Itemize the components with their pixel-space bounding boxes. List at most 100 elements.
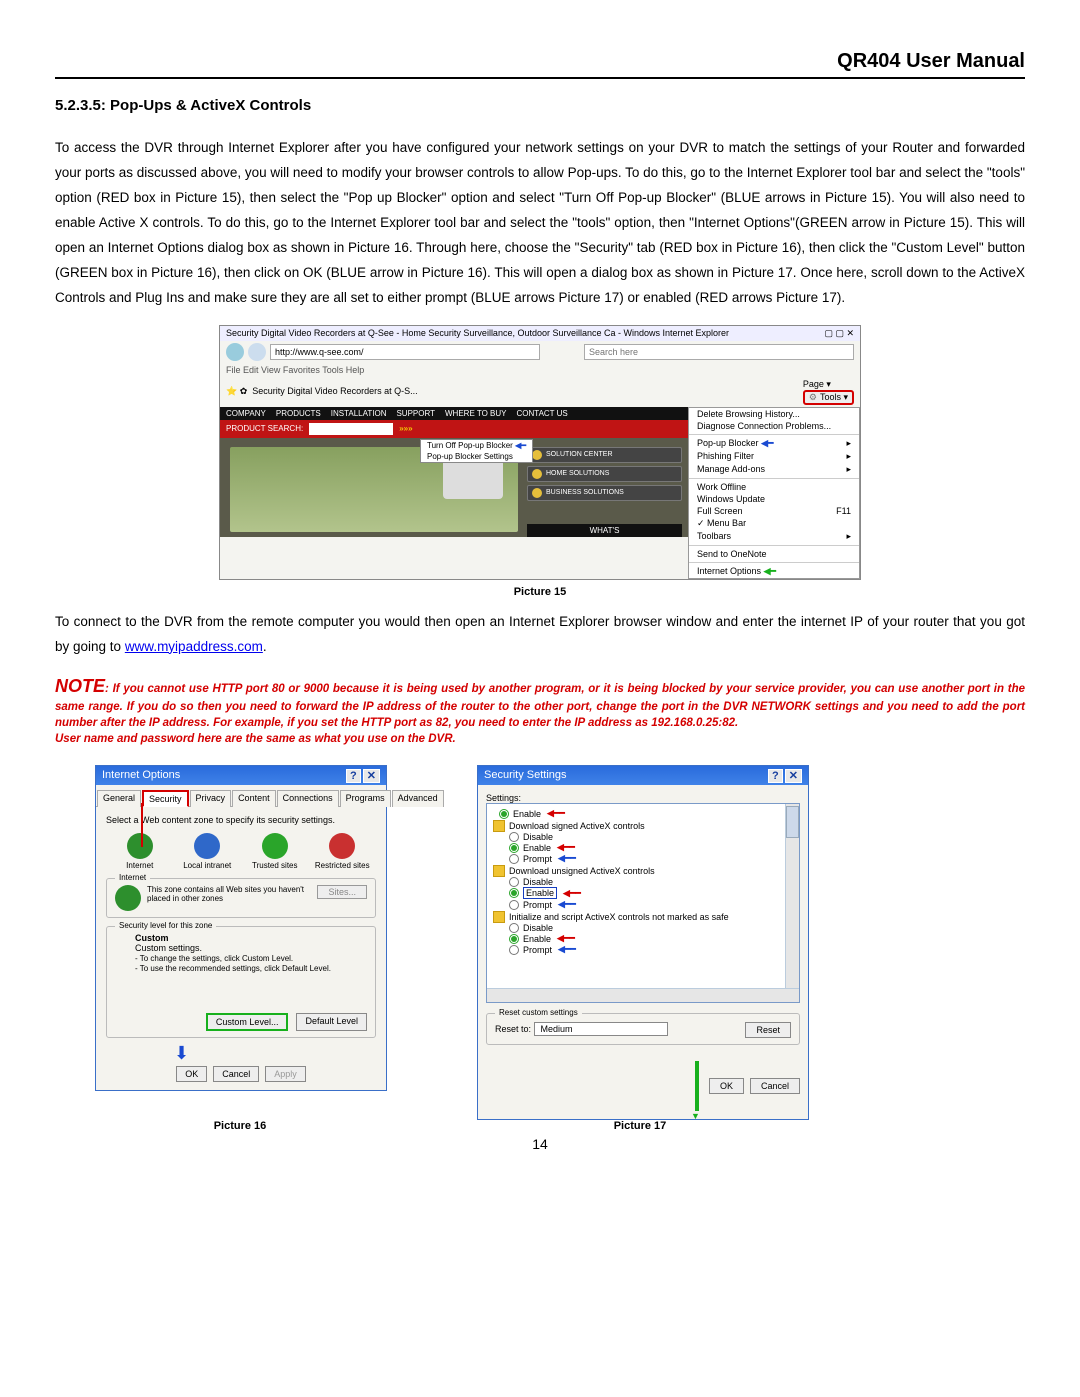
activex-icon xyxy=(493,865,505,877)
cancel-button[interactable]: Cancel xyxy=(213,1066,259,1082)
tab-programs[interactable]: Programs xyxy=(340,790,391,807)
radio-prompt-2[interactable] xyxy=(509,900,519,910)
picture-16: Internet Options ?✕ General Security Pri… xyxy=(95,765,387,1091)
reset-to-label: Reset to: xyxy=(495,1024,531,1034)
page-menu[interactable]: Page ▾ xyxy=(803,379,831,389)
turn-off-popup[interactable]: Turn Off Pop-up Blocker xyxy=(427,441,513,450)
note-lead: NOTE xyxy=(55,676,105,696)
default-level-button[interactable]: Default Level xyxy=(296,1013,367,1031)
tab-security[interactable]: Security xyxy=(142,790,189,807)
nav-install[interactable]: INSTALLATION xyxy=(331,409,387,418)
sites-button[interactable]: Sites... xyxy=(317,885,367,899)
paragraph-1: To access the DVR through Internet Explo… xyxy=(55,136,1025,311)
tab-label: Security Digital Video Recorders at Q-S.… xyxy=(252,386,417,396)
tab-privacy[interactable]: Privacy xyxy=(190,790,232,807)
solution-center-btn[interactable]: SOLUTION CENTER xyxy=(527,447,682,463)
reset-button[interactable]: Reset xyxy=(745,1022,791,1038)
business-solutions-btn[interactable]: BUSINESS SOLUTIONS xyxy=(527,485,682,501)
zone-intranet[interactable]: Local intranet xyxy=(180,833,235,870)
radio-enable-0[interactable] xyxy=(499,809,509,819)
apply-button[interactable]: Apply xyxy=(265,1066,306,1082)
dd-phishing[interactable]: Phishing Filter▸ xyxy=(689,450,859,463)
radio-enable-3[interactable] xyxy=(509,934,519,944)
search-box[interactable] xyxy=(584,344,854,360)
dd-inetopt[interactable]: Internet Options ◀━ xyxy=(689,565,859,578)
whats-bar: WHAT'S xyxy=(527,524,682,537)
product-search-label: PRODUCT SEARCH: xyxy=(226,424,303,433)
radio-disable-3[interactable] xyxy=(509,923,519,933)
radio-enable-1[interactable] xyxy=(509,843,519,853)
dd-offline[interactable]: Work Offline xyxy=(689,481,859,493)
paragraph-2: To connect to the DVR from the remote co… xyxy=(55,610,1025,660)
cancel-button-17[interactable]: Cancel xyxy=(750,1078,800,1094)
reset-select[interactable]: Medium xyxy=(534,1022,668,1036)
webpage-content: COMPANY PRODUCTS INSTALLATION SUPPORT WH… xyxy=(220,407,688,537)
caption-17: Picture 17 xyxy=(475,1120,805,1132)
radio-enable-2[interactable] xyxy=(509,888,519,898)
camera-icon xyxy=(443,459,503,499)
address-bar[interactable] xyxy=(270,344,540,360)
secset-title: Security Settings xyxy=(484,769,567,782)
tab-content[interactable]: Content xyxy=(232,790,276,807)
product-search-input[interactable] xyxy=(309,423,393,435)
nav-where[interactable]: WHERE TO BUY xyxy=(445,409,507,418)
reset-fieldset: Reset custom settings Reset to: Medium R… xyxy=(486,1013,800,1045)
forward-button[interactable] xyxy=(248,343,266,361)
ok-button[interactable]: OK xyxy=(176,1066,207,1082)
ie-title: Security Digital Video Recorders at Q-Se… xyxy=(226,328,729,339)
radio-prompt-1[interactable] xyxy=(509,854,519,864)
dd-addons[interactable]: Manage Add-ons▸ xyxy=(689,463,859,476)
dd-onenote[interactable]: Send to OneNote xyxy=(689,548,859,560)
ok-button-17[interactable]: OK xyxy=(709,1078,744,1094)
zone-desc: Internet Sites... This zone contains all… xyxy=(106,878,376,918)
back-button[interactable] xyxy=(226,343,244,361)
custom-level-button[interactable]: Custom Level... xyxy=(206,1013,289,1031)
popup-submenu[interactable]: Turn Off Pop-up Blocker ◀━ Pop-up Blocke… xyxy=(420,439,533,463)
nav-company[interactable]: COMPANY xyxy=(226,409,266,418)
popup-settings[interactable]: Pop-up Blocker Settings xyxy=(421,451,532,462)
scrollbar-h[interactable] xyxy=(487,988,799,1002)
radio-disable-2[interactable] xyxy=(509,877,519,887)
home-solutions-btn[interactable]: HOME SOLUTIONS xyxy=(527,466,682,482)
doc-title: QR404 User Manual xyxy=(55,50,1025,79)
tools-menu[interactable]: ⚙Tools ▾ xyxy=(803,390,854,405)
myip-link[interactable]: www.myipaddress.com xyxy=(125,639,263,654)
tools-label: Tools ▾ xyxy=(820,392,848,403)
dd-fullscreen[interactable]: Full ScreenF11 xyxy=(689,505,859,517)
dd-popup-blocker[interactable]: Pop-up Blocker ◀━▸ xyxy=(689,437,859,450)
tab-general[interactable]: General xyxy=(97,790,141,807)
window-controls[interactable]: ▢ ▢ ✕ xyxy=(824,328,854,339)
dd-delete-history[interactable]: Delete Browsing History... xyxy=(689,408,859,420)
menubar[interactable]: File Edit View Favorites Tools Help xyxy=(220,363,860,377)
page-tab[interactable]: ⭐ ✿ Security Digital Video Recorders at … xyxy=(226,386,418,397)
settings-list[interactable]: Enable◀━━ Download signed ActiveX contro… xyxy=(486,803,800,1003)
settings-label: Settings: xyxy=(486,793,800,803)
tools-dropdown[interactable]: Delete Browsing History... Diagnose Conn… xyxy=(688,407,860,579)
caption-15: Picture 15 xyxy=(55,586,1025,598)
section-heading: 5.2.3.5: Pop-Ups & ActiveX Controls xyxy=(55,97,1025,114)
dialog-controls-17[interactable]: ?✕ xyxy=(766,769,802,782)
zone-restricted[interactable]: Restricted sites xyxy=(315,833,370,870)
tab-advanced[interactable]: Advanced xyxy=(392,790,444,807)
dialog-controls[interactable]: ?✕ xyxy=(344,769,380,782)
tab-connections[interactable]: Connections xyxy=(277,790,339,807)
gear-icon: ⚙ xyxy=(809,392,817,403)
zone-internet[interactable]: Internet xyxy=(112,833,167,870)
scrollbar-v[interactable] xyxy=(785,804,799,988)
zone-trusted[interactable]: Trusted sites xyxy=(247,833,302,870)
nav-support[interactable]: SUPPORT xyxy=(396,409,435,418)
dd-winupdate[interactable]: Windows Update xyxy=(689,493,859,505)
nav-contact[interactable]: CONTACT US xyxy=(517,409,568,418)
nav-products[interactable]: PRODUCTS xyxy=(276,409,321,418)
radio-disable-1[interactable] xyxy=(509,832,519,842)
globe-icon xyxy=(115,885,141,911)
dd-diagnose[interactable]: Diagnose Connection Problems... xyxy=(689,420,859,432)
dd-menubar[interactable]: ✓ Menu Bar xyxy=(689,517,859,530)
dd-toolbars[interactable]: Toolbars▸ xyxy=(689,530,859,543)
activex-icon xyxy=(493,911,505,923)
activex-icon xyxy=(493,820,505,832)
radio-prompt-3[interactable] xyxy=(509,945,519,955)
inetopt-tabs[interactable]: General Security Privacy Content Connect… xyxy=(96,785,386,807)
security-level: Security level for this zone Custom Cust… xyxy=(106,926,376,1038)
ie-titlebar: Security Digital Video Recorders at Q-Se… xyxy=(220,326,860,341)
